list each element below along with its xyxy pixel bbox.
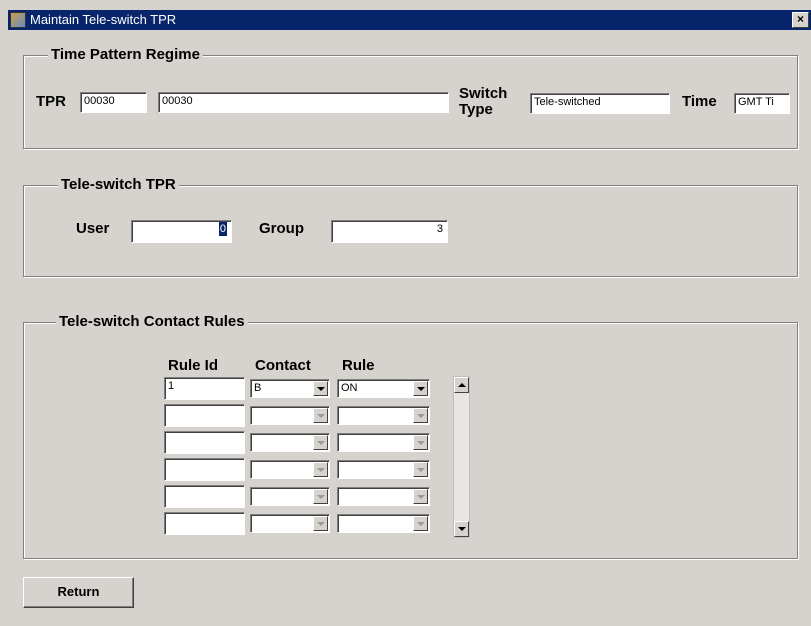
contact-rules-legend: Tele-switch Contact Rules	[56, 313, 248, 331]
rule-combo[interactable]: ON	[337, 379, 430, 398]
window-title: Maintain Tele-switch TPR	[30, 12, 177, 27]
chevron-down-icon[interactable]	[413, 489, 428, 504]
chevron-down-icon[interactable]	[413, 516, 428, 531]
rule-column-header: Rule	[342, 357, 375, 374]
tpr-code-field[interactable]: 00030	[80, 92, 147, 113]
group-label: Group	[259, 220, 304, 237]
app-icon	[10, 12, 26, 28]
chevron-down-icon[interactable]	[313, 381, 328, 396]
rule-combo[interactable]	[337, 487, 430, 506]
scroll-down-button[interactable]	[454, 521, 469, 537]
rule-id-cell[interactable]	[164, 458, 245, 481]
rule-id-cell[interactable]	[164, 485, 245, 508]
rule-combo[interactable]	[337, 406, 430, 425]
group-field[interactable]: 3	[331, 220, 448, 243]
contact-column-header: Contact	[255, 357, 311, 374]
scroll-up-button[interactable]	[454, 377, 469, 393]
teleswitch-tpr-legend: Tele-switch TPR	[58, 176, 179, 194]
rule-value: ON	[341, 382, 358, 394]
chevron-down-icon[interactable]	[313, 516, 328, 531]
rule-combo[interactable]	[337, 460, 430, 479]
user-field[interactable]: 0	[131, 220, 232, 243]
chevron-down-icon[interactable]	[313, 435, 328, 450]
chevron-down-icon[interactable]	[313, 408, 328, 423]
time-label: Time	[682, 93, 717, 110]
switch-type-label-line2: Type	[459, 101, 493, 118]
tpr-description-field[interactable]: 00030	[158, 92, 449, 113]
chevron-down-icon[interactable]	[413, 408, 428, 423]
rules-scrollbar[interactable]	[453, 376, 470, 538]
rule-combo[interactable]	[337, 433, 430, 452]
time-pattern-regime-legend: Time Pattern Regime	[48, 46, 203, 64]
return-button[interactable]: Return	[23, 577, 134, 608]
contact-value: B	[254, 382, 262, 394]
text-cursor: 0	[218, 222, 227, 237]
switch-type-field[interactable]: Tele-switched	[530, 93, 670, 114]
user-label: User	[76, 220, 110, 237]
tpr-label: TPR	[36, 93, 66, 110]
rule-id-cell[interactable]	[164, 512, 245, 535]
rule-id-cell[interactable]: 1	[164, 377, 245, 400]
contact-combo[interactable]	[250, 514, 330, 533]
rule-id-column-header: Rule Id	[168, 357, 219, 374]
close-button[interactable]: ×	[792, 12, 809, 28]
contact-combo[interactable]	[250, 406, 330, 425]
time-field[interactable]: GMT Ti	[734, 93, 790, 114]
rule-id-cell[interactable]	[164, 431, 245, 454]
chevron-down-icon[interactable]	[313, 462, 328, 477]
rule-combo[interactable]	[337, 514, 430, 533]
contact-combo[interactable]	[250, 460, 330, 479]
title-bar: Maintain Tele-switch TPR ×	[8, 10, 811, 30]
rule-id-cell[interactable]	[164, 404, 245, 427]
contact-combo[interactable]	[250, 487, 330, 506]
chevron-down-icon[interactable]	[313, 489, 328, 504]
contact-combo[interactable]	[250, 433, 330, 452]
contact-combo[interactable]: B	[250, 379, 330, 398]
chevron-down-icon[interactable]	[413, 435, 428, 450]
chevron-down-icon[interactable]	[413, 381, 428, 396]
window: Maintain Tele-switch TPR × Time Pattern …	[0, 0, 811, 626]
chevron-down-icon[interactable]	[413, 462, 428, 477]
